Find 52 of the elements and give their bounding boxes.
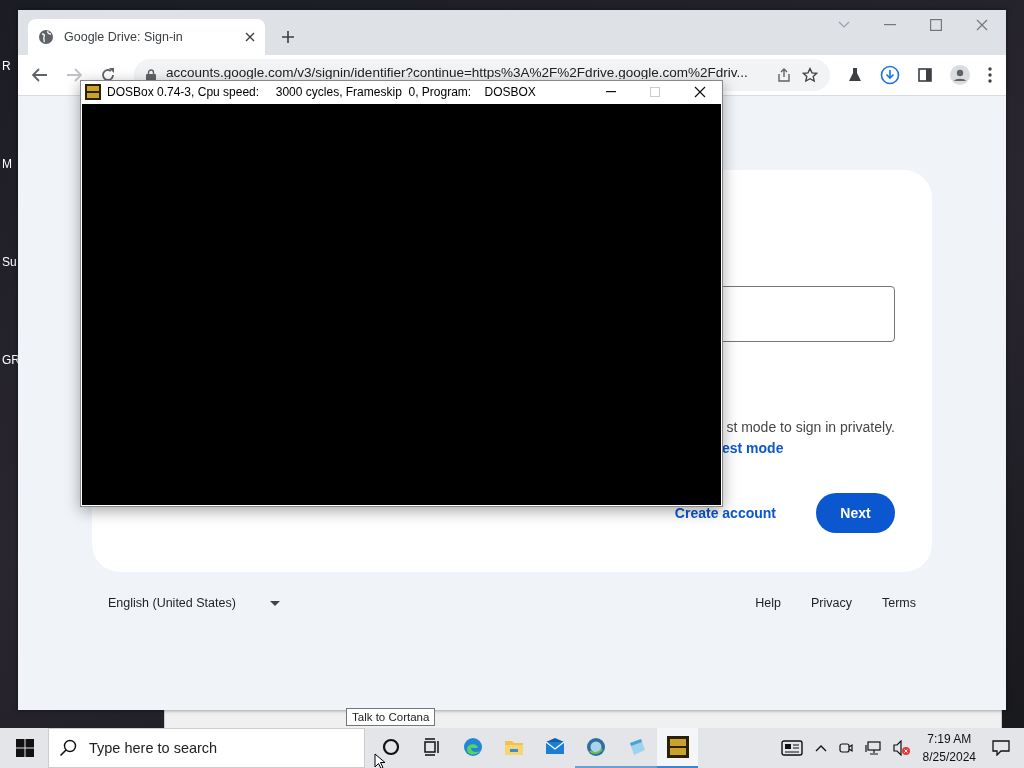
browser-tab[interactable]: Google Drive: Sign-in [28,19,265,55]
reload-icon[interactable] [100,67,116,83]
envelope-icon [544,737,565,757]
camera-icon[interactable] [838,741,853,755]
dosbox-app-icon [666,736,689,758]
guest-mode-text: st mode to sign in privately. [726,419,895,435]
taskbar-app-button[interactable] [657,728,698,768]
mouse-cursor-icon [374,753,386,768]
plus-icon[interactable] [281,30,295,44]
globe-icon [38,29,54,45]
minimize-icon[interactable] [606,91,616,93]
windows-start-icon[interactable] [16,739,34,757]
close-icon[interactable] [694,86,706,98]
search-field[interactable]: Type here to search [87,739,351,757]
dosbox-logo-icon [85,84,101,100]
desktop-icon-label[interactable]: M [2,156,20,172]
search-bar[interactable]: Type here to search [48,728,365,768]
notification-icon[interactable] [992,740,1010,756]
muted-speaker-icon[interactable] [892,740,911,756]
share-icon[interactable] [776,67,792,83]
download-icon[interactable] [880,65,900,85]
cortana-circle-icon [380,737,401,757]
next-button[interactable]: Next [816,493,895,533]
create-account-link[interactable]: Create account [674,505,776,521]
close-icon[interactable] [245,32,255,42]
url-text: accounts.google.com/v3/signin/identifier?continue=https%3A%2F%2Fdrive.google.com%2Fdriv... [166,65,749,79]
clock-time[interactable]: 7:19 AM [927,730,972,748]
search-icon [59,739,77,757]
caret-icon [269,600,280,606]
language-selector[interactable]: English (United States) [108,596,280,610]
star-icon[interactable] [802,67,818,83]
back-arrow-icon[interactable] [32,68,48,82]
side-panel-icon[interactable] [918,68,932,82]
profile-icon[interactable] [950,65,970,85]
clock-date[interactable]: 8/25/2024 [922,748,976,766]
desktop-icon-label[interactable]: Su [2,254,20,270]
tooltip: Talk to Cortana [346,708,436,726]
flask-icon[interactable] [848,67,862,83]
maximize-icon[interactable] [930,18,942,31]
tab-title: Google Drive: Sign-in [64,30,184,44]
desktop-icon-label[interactable]: R [2,58,20,74]
footer-link[interactable]: Help [755,596,781,610]
task-view-icon [421,737,442,757]
more-menu-icon[interactable] [988,67,992,83]
chevron-up-icon[interactable] [814,744,827,752]
globe-app-icon [585,737,606,757]
network-icon[interactable] [864,741,881,755]
footer-link[interactable]: Privacy [811,596,852,610]
guest-mode-link[interactable]: est mode [722,440,784,456]
edge-browser-icon [462,737,483,757]
footer-link[interactable]: Terms [881,596,916,610]
news-icon[interactable] [780,740,803,756]
